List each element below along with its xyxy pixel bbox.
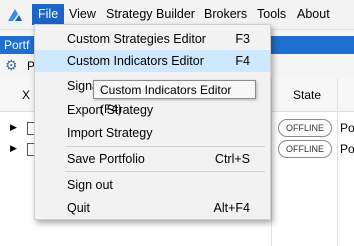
menu-item-save-portfolio[interactable]: Save Portfolio Ctrl+S <box>35 148 270 170</box>
menu-separator <box>65 146 265 147</box>
app-logo-icon <box>8 9 22 21</box>
column-separator <box>337 78 338 246</box>
menu-item-label: Save Portfolio <box>67 152 145 166</box>
expand-arrow-icon[interactable]: ▶ <box>10 122 17 133</box>
portfolio-cell: Po <box>340 121 354 135</box>
panel-title: Portf <box>4 38 30 52</box>
tooltip: Custom Indicators Editor (F4) <box>93 80 256 116</box>
column-separator <box>271 78 272 246</box>
menu-item-quit[interactable]: Quit Alt+F4 <box>35 197 270 219</box>
column-header-state[interactable]: State <box>293 88 321 102</box>
menu-item-shortcut: Alt+F4 <box>213 201 250 215</box>
column-header-x[interactable]: X <box>22 88 30 102</box>
menu-file[interactable]: File <box>32 4 65 25</box>
menu-item-shortcut: Ctrl+S <box>214 152 250 166</box>
menu-item-label: Sign out <box>67 178 113 192</box>
menu-item-shortcut: F3 <box>235 32 250 46</box>
menu-tools[interactable]: Tools <box>251 4 292 25</box>
status-badge: OFFLINE <box>278 119 332 137</box>
menu-item-import-strategy[interactable]: Import Strategy <box>35 122 270 144</box>
file-menu-dropdown: Custom Strategies Editor F3 Custom Indic… <box>34 24 271 220</box>
menu-view[interactable]: View <box>63 4 102 25</box>
menu-item-export-strategy[interactable]: Export Strategy <box>35 99 270 121</box>
menu-item-shortcut: F4 <box>235 54 250 68</box>
menu-item-custom-strategies-editor[interactable]: Custom Strategies Editor F3 <box>35 28 270 50</box>
menu-item-label: Quit <box>67 201 90 215</box>
menu-brokers[interactable]: Brokers <box>198 4 253 25</box>
menu-about[interactable]: About <box>291 4 336 25</box>
expand-arrow-icon[interactable]: ▶ <box>10 143 17 154</box>
menu-item-sign-out[interactable]: Sign out <box>35 174 270 196</box>
status-badge: OFFLINE <box>278 140 332 158</box>
menu-item-custom-indicators-editor[interactable]: Custom Indicators Editor F4 <box>35 50 270 72</box>
portfolio-cell: Po <box>340 142 354 156</box>
menu-item-label: Custom Indicators Editor <box>67 54 204 68</box>
gear-icon[interactable]: ⚙ <box>5 58 19 72</box>
menu-separator <box>65 171 265 172</box>
menu-item-label: Custom Strategies Editor <box>67 32 206 46</box>
menu-item-label: Import Strategy <box>67 126 153 140</box>
menu-strategy-builder[interactable]: Strategy Builder <box>100 4 201 25</box>
